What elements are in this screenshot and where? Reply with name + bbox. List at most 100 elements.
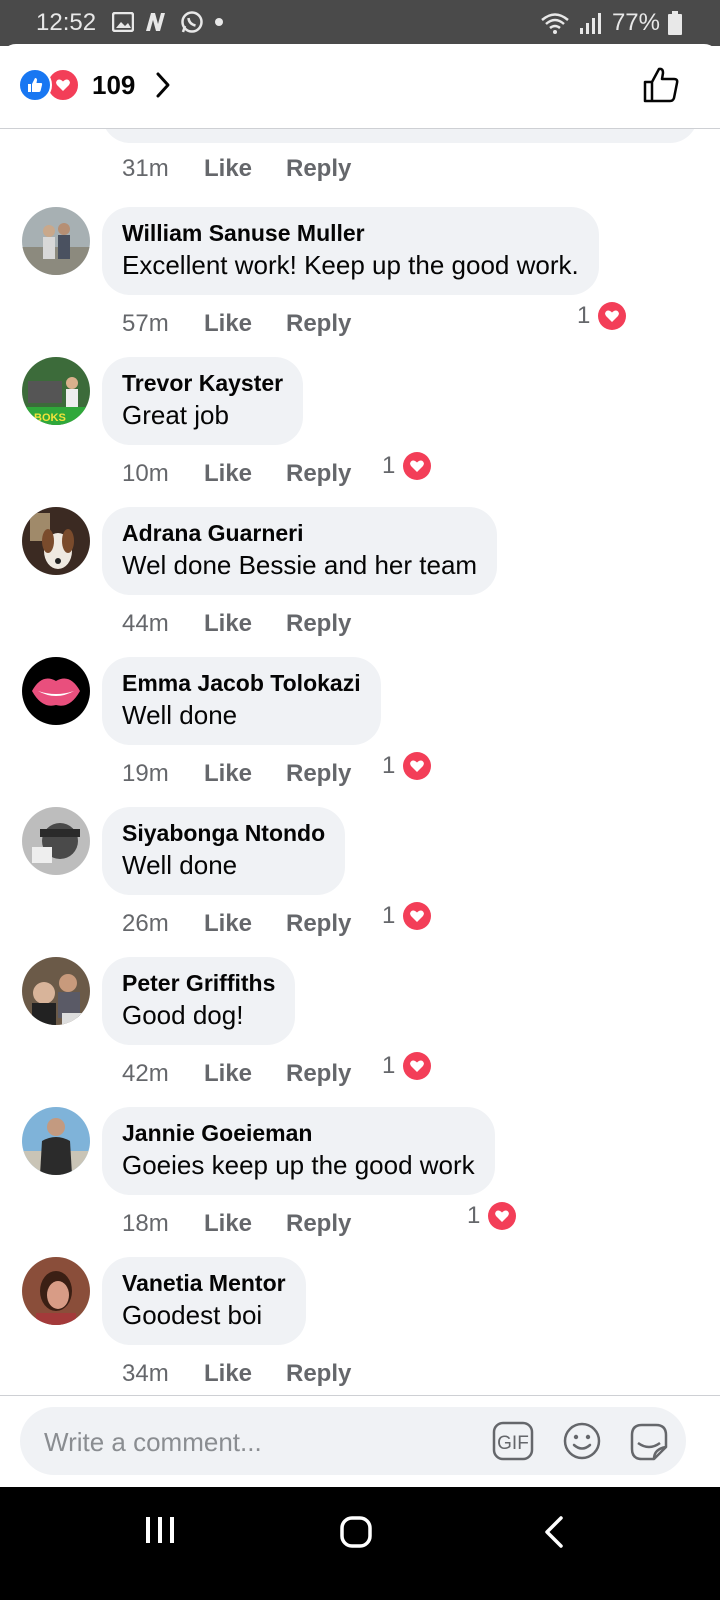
comment-author[interactable]: Vanetia Mentor (122, 1268, 286, 1298)
comment-bubble[interactable]: William Sanuse Muller Excellent work! Ke… (102, 207, 599, 295)
comment-time: 57m (122, 310, 169, 337)
comment-author[interactable]: Trevor Kayster (122, 368, 283, 398)
like-link[interactable]: Like (204, 1060, 286, 1088)
comment-reactions[interactable]: 1 (382, 752, 432, 780)
comment-reactions[interactable]: 1 (577, 302, 627, 330)
comment-input[interactable] (42, 1407, 466, 1477)
like-link[interactable]: Like (204, 610, 286, 638)
comment-time: 19m (122, 760, 169, 787)
status-time: 12:52 (36, 9, 97, 36)
reaction-count: 1 (382, 1052, 396, 1079)
reaction-count: 109 (92, 69, 136, 100)
comment-text: Well done (122, 700, 238, 730)
notification-icons (112, 10, 224, 34)
comment-author[interactable]: Peter Griffiths (122, 968, 275, 998)
reaction-count: 1 (382, 452, 396, 479)
avatar[interactable] (22, 1257, 90, 1325)
comment-reactions[interactable]: 1 (382, 902, 432, 930)
avatar[interactable] (22, 957, 90, 1025)
comment-reactions[interactable]: 1 (382, 452, 432, 480)
comment-author[interactable]: Siyabonga Ntondo (122, 818, 325, 848)
comment-item: Adrana Guarneri Wel done Bessie and her … (0, 507, 720, 657)
avatar[interactable] (22, 807, 90, 875)
like-link[interactable]: Like (204, 460, 286, 488)
wifi-icon (541, 13, 569, 34)
like-outline-icon[interactable] (642, 66, 680, 104)
reply-link[interactable]: Reply (286, 1060, 351, 1088)
reactions-summary[interactable]: 109 (18, 68, 171, 102)
comment-text: Wel done Bessie and her team (122, 550, 478, 580)
gallery-icon (112, 12, 134, 32)
comment-composer: GIF (0, 1395, 720, 1491)
avatar[interactable] (22, 1107, 90, 1175)
like-link[interactable]: Like (204, 1360, 286, 1388)
comment-item: Vanetia Mentor Goodest boi 34m Like Repl… (0, 1257, 720, 1407)
comment-bubble[interactable]: Peter Griffiths Good dog! (102, 957, 296, 1045)
comment-bubble[interactable]: Vanetia Mentor Goodest boi (102, 1257, 306, 1345)
love-reaction-icon (403, 1052, 432, 1080)
comment-text: Goodest boi (122, 1300, 263, 1330)
system-nav-bar (0, 1487, 720, 1600)
reply-link[interactable]: Reply (286, 1210, 351, 1238)
reply-link[interactable]: Reply (286, 1360, 351, 1388)
avatar[interactable] (22, 657, 90, 725)
comment-reactions[interactable]: 1 (382, 1052, 432, 1080)
comment-time: 26m (122, 910, 169, 937)
gif-icon[interactable]: GIF (492, 1421, 534, 1461)
status-right: 77% (540, 9, 682, 37)
comment-meta: 26m Like Reply (122, 907, 351, 941)
love-reaction-icon (403, 752, 432, 780)
like-link[interactable]: Like (204, 910, 286, 938)
comment-bubble[interactable]: Siyabonga Ntondo Well done (102, 807, 346, 895)
comment-meta: 42m Like Reply (122, 1057, 351, 1091)
comment-author[interactable]: Jannie Goeieman (122, 1118, 475, 1148)
comment-reactions[interactable]: 1 (467, 1202, 517, 1230)
love-reaction-icon (598, 302, 627, 330)
recent-apps-icon[interactable] (144, 1515, 176, 1545)
gif-label: GIF (497, 1433, 529, 1454)
comment-text: Excellent work! Keep up the good work. (122, 250, 579, 280)
back-icon[interactable] (543, 1515, 565, 1549)
comment-bubble[interactable]: Adrana Guarneri Wel done Bessie and her … (102, 507, 498, 595)
comment-item: Jannie Goeieman Goeies keep up the good … (0, 1107, 720, 1257)
love-reaction-icon (488, 1202, 517, 1230)
like-link[interactable]: Like (204, 1210, 286, 1238)
reactions-header: 109 (0, 52, 720, 129)
comment-meta: 34m Like Reply (122, 1357, 351, 1391)
reaction-count: 1 (577, 302, 591, 329)
comment-item: BOKS Trevor Kayster Great job 10m Like R… (0, 357, 720, 507)
avatar[interactable] (22, 207, 90, 275)
comment-author[interactable]: Emma Jacob Tolokazi (122, 668, 361, 698)
comment-bubble[interactable]: Jannie Goeieman Goeies keep up the good … (102, 1107, 495, 1195)
comment-author[interactable]: William Sanuse Muller (122, 218, 579, 248)
avatar[interactable]: BOKS (22, 357, 90, 425)
like-link[interactable]: Like (204, 310, 286, 338)
reply-link[interactable]: Reply (286, 760, 351, 788)
comment-item: Siyabonga Ntondo Well done 26m Like Repl… (0, 807, 720, 957)
comment-time: 31m (122, 155, 169, 182)
avatar-label: BOKS (34, 412, 66, 424)
emoji-icon[interactable] (562, 1421, 602, 1461)
avatar[interactable] (22, 507, 90, 575)
love-reaction-icon (403, 452, 432, 480)
comment-meta: 44m Like Reply (122, 607, 351, 641)
comment-text: Goeies keep up the good work (122, 1150, 475, 1180)
like-link[interactable]: Like (204, 155, 286, 183)
reply-link[interactable]: Reply (286, 310, 351, 338)
comment-bubble[interactable]: Trevor Kayster Great job (102, 357, 304, 445)
reply-link[interactable]: Reply (286, 155, 351, 183)
like-link[interactable]: Like (204, 760, 286, 788)
reply-link[interactable]: Reply (286, 460, 351, 488)
whatsapp-icon (181, 11, 203, 33)
comment-text: Good dog! (122, 1000, 244, 1030)
home-icon[interactable] (339, 1515, 373, 1549)
reaction-count: 1 (382, 902, 396, 929)
composer-box[interactable]: GIF (20, 1407, 686, 1477)
reply-link[interactable]: Reply (286, 910, 351, 938)
sticker-icon[interactable] (628, 1421, 670, 1463)
comment-bubble[interactable]: Emma Jacob Tolokazi Well done (102, 657, 381, 745)
battery-percent: 77% (611, 9, 660, 36)
comment-author[interactable]: Adrana Guarneri (122, 518, 477, 548)
reply-link[interactable]: Reply (286, 610, 351, 638)
chevron-right-icon (156, 72, 170, 98)
